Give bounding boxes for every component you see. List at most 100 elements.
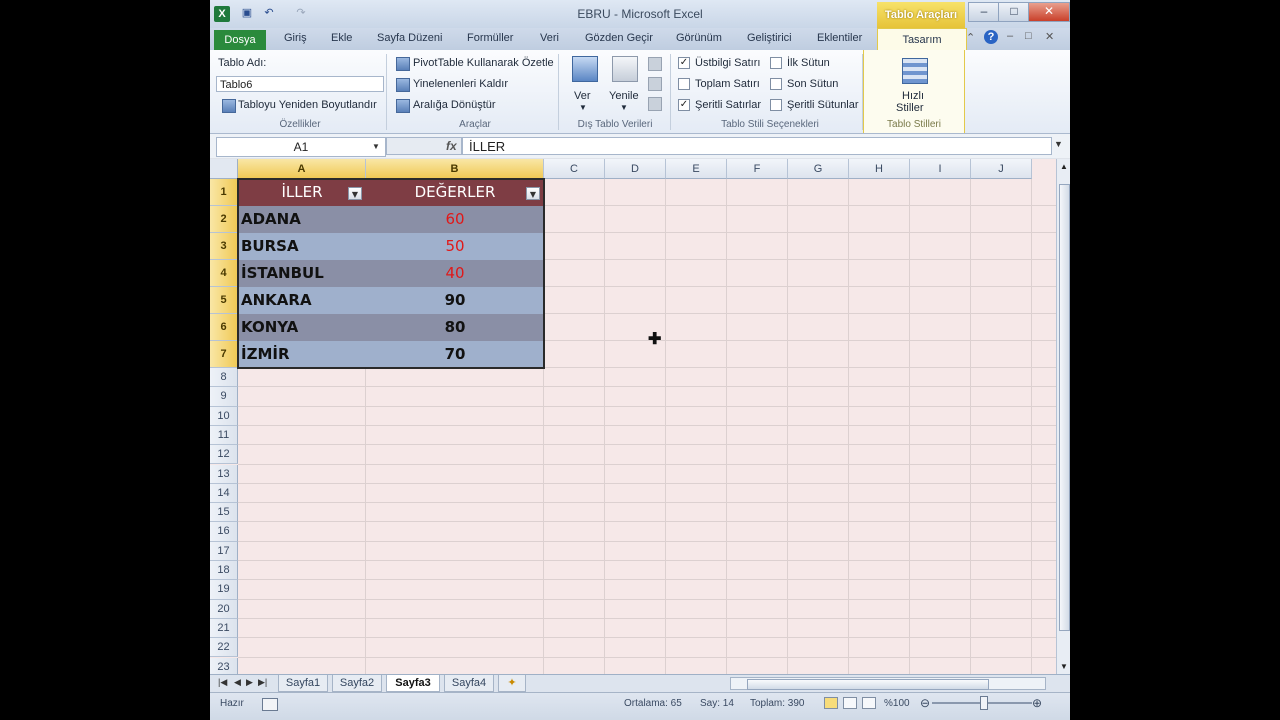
banded-rows-checkbox[interactable]: ✓ [678, 99, 690, 111]
sheet-tab-sayfa3[interactable]: Sayfa3 [386, 675, 440, 692]
column-header[interactable]: G [788, 159, 849, 179]
scroll-up-icon[interactable]: ▲ [1060, 162, 1068, 171]
workbook-close-icon[interactable]: ✕ [1045, 30, 1054, 43]
page-break-view-button[interactable] [862, 697, 876, 709]
maximize-button[interactable]: □ [998, 2, 1030, 22]
insert-sheet-icon[interactable]: ✦ [498, 675, 526, 692]
tab-view[interactable]: Görünüm [676, 32, 722, 44]
row-header[interactable]: 5 [210, 287, 238, 314]
city-cell[interactable]: BURSA [238, 233, 366, 260]
column-header[interactable]: J [971, 159, 1032, 179]
export-dropdown-icon[interactable]: ▼ [579, 103, 587, 112]
first-column-checkbox[interactable] [770, 57, 782, 69]
table-name-input[interactable]: Tablo6 [216, 76, 384, 92]
value-cell[interactable]: 90 [366, 287, 544, 314]
convert-to-range-button[interactable]: Aralığa Dönüştür [413, 99, 496, 111]
workbook-minimize-icon[interactable]: – [1007, 30, 1013, 42]
total-row-checkbox[interactable] [678, 78, 690, 90]
expand-formula-bar-icon[interactable]: ▼ [1054, 139, 1063, 149]
tab-addins[interactable]: Eklentiler [817, 32, 862, 44]
row-header[interactable]: 16 [210, 522, 238, 542]
worksheet-grid[interactable]: ABCDEFGHIJ 1 2 3 4 5 6 7 8 9 10 11 12 13 14 15 16 17 18 19… [210, 159, 1056, 677]
banded-columns-checkbox[interactable] [770, 99, 782, 111]
vertical-scrollbar[interactable]: ▲ ▼ [1056, 159, 1070, 674]
tab-insert[interactable]: Ekle [331, 32, 352, 44]
pivottable-summarize-button[interactable]: PivotTable Kullanarak Özetle [413, 57, 554, 69]
zoom-slider-thumb[interactable] [980, 696, 988, 710]
value-cell[interactable]: 50 [366, 233, 544, 260]
city-cell[interactable]: ADANA [238, 206, 366, 233]
refresh-dropdown-icon[interactable]: ▼ [620, 103, 628, 112]
quick-styles-button-line2[interactable]: Stiller [896, 102, 924, 114]
column-header[interactable]: H [849, 159, 910, 179]
insert-function-icon[interactable]: fx [446, 139, 457, 153]
value-cell[interactable]: 40 [366, 260, 544, 287]
row-header[interactable]: 3 [210, 233, 238, 260]
column-header[interactable]: C [544, 159, 605, 179]
first-sheet-icon[interactable]: |◀ [218, 677, 227, 688]
prev-sheet-icon[interactable]: ◀ [234, 677, 241, 688]
row-header[interactable]: 13 [210, 464, 238, 484]
column-header[interactable]: B [366, 159, 544, 179]
row-header[interactable]: 12 [210, 445, 238, 465]
name-box-dropdown-icon[interactable]: ▼ [372, 142, 380, 151]
normal-view-button[interactable] [824, 697, 838, 709]
close-button[interactable]: ✕ [1028, 2, 1070, 22]
column-header[interactable]: F [727, 159, 788, 179]
sheet-tab-sayfa2[interactable]: Sayfa2 [332, 675, 382, 692]
unlink-icon[interactable] [648, 97, 662, 111]
last-sheet-icon[interactable]: ▶| [258, 677, 267, 688]
row-header[interactable]: 20 [210, 599, 238, 619]
sheet-tab-sayfa1[interactable]: Sayfa1 [278, 675, 328, 692]
row-header[interactable]: 4 [210, 260, 238, 287]
page-layout-view-button[interactable] [843, 697, 857, 709]
tab-page-layout[interactable]: Sayfa Düzeni [377, 32, 442, 44]
value-cell[interactable]: 70 [366, 341, 544, 368]
minimize-button[interactable]: – [968, 2, 1000, 22]
zoom-in-icon[interactable]: ⊕ [1032, 696, 1042, 710]
filter-dropdown-icon[interactable]: ▼ [526, 187, 540, 200]
column-header[interactable]: A [238, 159, 366, 179]
resize-table-button[interactable]: Tabloyu Yeniden Boyutlandır [238, 99, 377, 111]
last-column-checkbox[interactable] [770, 78, 782, 90]
row-header[interactable]: 17 [210, 541, 238, 561]
row-header[interactable]: 1 [210, 179, 238, 206]
tab-design[interactable]: Tasarım [877, 28, 967, 51]
row-header[interactable]: 15 [210, 503, 238, 523]
table-header-cell[interactable]: DEĞERLER ▼ [366, 179, 544, 206]
name-box[interactable]: A1 [216, 137, 386, 157]
header-row-checkbox[interactable]: ✓ [678, 57, 690, 69]
horizontal-scroll-thumb[interactable] [747, 679, 989, 690]
select-all-corner[interactable] [210, 159, 238, 179]
scroll-down-icon[interactable]: ▼ [1060, 662, 1068, 671]
row-header[interactable]: 2 [210, 206, 238, 233]
tab-review[interactable]: Gözden Geçir [585, 32, 653, 44]
column-header[interactable]: E [666, 159, 727, 179]
city-cell[interactable]: İSTANBUL [238, 260, 366, 287]
tab-data[interactable]: Veri [540, 32, 559, 44]
value-cell[interactable]: 80 [366, 314, 544, 341]
minimize-ribbon-icon[interactable]: ⌃ [966, 31, 975, 44]
workbook-restore-icon[interactable]: □ [1025, 30, 1032, 42]
zoom-out-icon[interactable]: ⊖ [920, 696, 930, 710]
vertical-scroll-thumb[interactable] [1059, 184, 1070, 631]
row-header[interactable]: 18 [210, 561, 238, 581]
row-header[interactable]: 9 [210, 387, 238, 407]
export-button[interactable]: Ver [574, 90, 591, 102]
city-cell[interactable]: KONYA [238, 314, 366, 341]
column-header[interactable]: D [605, 159, 666, 179]
horizontal-scrollbar[interactable] [730, 677, 1046, 690]
table-header-cell[interactable]: İLLER ▼ [238, 179, 366, 206]
quick-styles-button[interactable]: Hızlı [902, 90, 924, 102]
filter-dropdown-icon[interactable]: ▼ [348, 187, 362, 200]
zoom-level[interactable]: %100 [884, 698, 910, 709]
row-header[interactable]: 11 [210, 425, 238, 446]
open-browser-icon[interactable] [648, 77, 662, 91]
sheet-tab-sayfa4[interactable]: Sayfa4 [444, 675, 494, 692]
row-header[interactable]: 7 [210, 341, 238, 368]
row-header[interactable]: 10 [210, 406, 238, 426]
tab-formulas[interactable]: Formüller [467, 32, 513, 44]
tab-developer[interactable]: Geliştirici [747, 32, 792, 44]
city-cell[interactable]: İZMİR [238, 341, 366, 368]
tab-file[interactable]: Dosya [214, 30, 266, 50]
